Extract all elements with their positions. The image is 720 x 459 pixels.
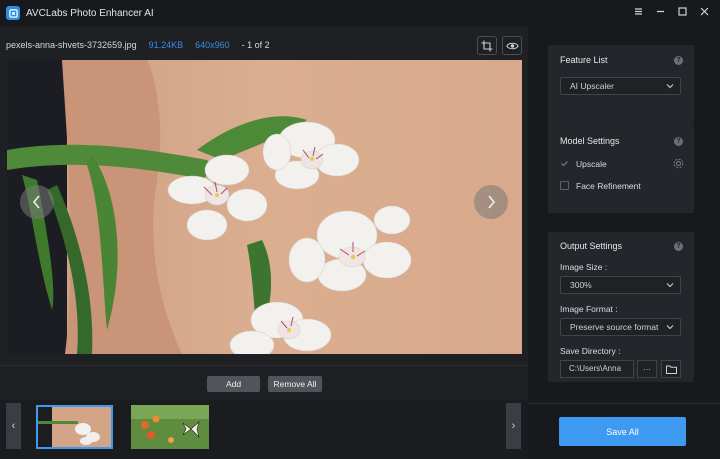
- photo-preview: [7, 60, 522, 354]
- remove-all-button[interactable]: Remove All: [268, 376, 322, 392]
- thumbnail-2[interactable]: [131, 405, 209, 449]
- image-size-select[interactable]: 300%: [560, 276, 681, 294]
- file-info-bar: pexels-anna-shvets-3732659.jpg 91.24KB 6…: [6, 40, 282, 50]
- next-image-button[interactable]: [474, 185, 508, 219]
- chevron-down-icon: [666, 84, 674, 89]
- menu-icon[interactable]: [630, 5, 646, 21]
- thumbnail-strip: ‹ ›: [0, 400, 528, 459]
- chevron-right-icon: [488, 195, 496, 209]
- file-name: pexels-anna-shvets-3732659.jpg: [6, 40, 137, 50]
- add-button[interactable]: Add: [207, 376, 260, 392]
- help-icon[interactable]: ?: [674, 137, 683, 146]
- crop-compare-button[interactable]: [477, 36, 497, 55]
- divider: [0, 365, 528, 366]
- image-format-select[interactable]: Preserve source format: [560, 318, 681, 336]
- browse-more-button[interactable]: ···: [637, 360, 657, 378]
- strip-next-button[interactable]: ›: [506, 403, 521, 449]
- check-icon: [561, 161, 568, 167]
- chevron-down-icon: [666, 283, 674, 288]
- divider: [528, 403, 720, 404]
- chevron-down-icon: [665, 322, 675, 332]
- previous-image-button[interactable]: [20, 185, 54, 219]
- minimize-icon[interactable]: [652, 5, 668, 21]
- app-logo-icon: [6, 6, 20, 20]
- settings-sidebar: Feature List ? AI Upscaler Model Setting…: [528, 26, 720, 459]
- model-settings-title: Model Settings: [560, 136, 620, 146]
- close-icon[interactable]: [696, 5, 712, 21]
- help-icon[interactable]: ?: [674, 242, 683, 251]
- chevron-right-icon: ›: [511, 420, 516, 432]
- model-settings-panel: Model Settings ? Upscale Face Refinement: [548, 127, 694, 213]
- chevron-left-icon: ‹: [11, 420, 16, 432]
- upscale-label: Upscale: [576, 159, 607, 169]
- app-title: AVCLabs Photo Enhancer AI: [26, 7, 154, 19]
- preview-button[interactable]: [502, 36, 522, 55]
- face-refinement-checkbox[interactable]: [560, 181, 569, 190]
- feature-select[interactable]: AI Upscaler: [560, 77, 681, 95]
- strip-prev-button[interactable]: ‹: [6, 403, 21, 449]
- output-settings-panel: Output Settings ? Image Size : 300% Imag…: [548, 232, 694, 382]
- crop-icon: [481, 40, 493, 51]
- image-viewer[interactable]: [7, 60, 522, 354]
- help-icon[interactable]: ?: [674, 56, 683, 65]
- feature-select-value: AI Upscaler: [570, 81, 614, 91]
- upscale-checkbox[interactable]: [560, 159, 569, 168]
- title-bar: AVCLabs Photo Enhancer AI: [0, 0, 720, 26]
- thumbnail-1[interactable]: [36, 405, 113, 449]
- output-settings-title: Output Settings: [560, 241, 623, 251]
- settings-gear-icon[interactable]: [673, 158, 684, 171]
- file-dimensions: 640x960: [195, 40, 230, 50]
- save-directory-label: Save Directory :: [560, 346, 621, 356]
- chevron-left-icon: [32, 195, 40, 209]
- save-directory-input[interactable]: C:\Users\Anna: [560, 360, 634, 378]
- image-format-label: Image Format :: [560, 304, 618, 314]
- workspace-panel: pexels-anna-shvets-3732659.jpg 91.24KB 6…: [0, 26, 528, 459]
- image-size-value: 300%: [570, 280, 592, 290]
- feature-list-panel: Feature List ? AI Upscaler: [548, 45, 694, 127]
- file-index: - 1 of 2: [241, 40, 270, 50]
- image-format-value: Preserve source format: [570, 322, 659, 332]
- image-size-label: Image Size :: [560, 262, 608, 272]
- feature-list-title: Feature List: [560, 55, 608, 65]
- open-folder-button[interactable]: [661, 360, 681, 378]
- face-refinement-label: Face Refinement: [576, 181, 641, 191]
- folder-icon: [665, 365, 677, 374]
- file-size: 91.24KB: [148, 40, 184, 50]
- eye-icon: [505, 42, 519, 49]
- save-all-button[interactable]: Save All: [559, 417, 686, 446]
- maximize-icon[interactable]: [674, 5, 690, 21]
